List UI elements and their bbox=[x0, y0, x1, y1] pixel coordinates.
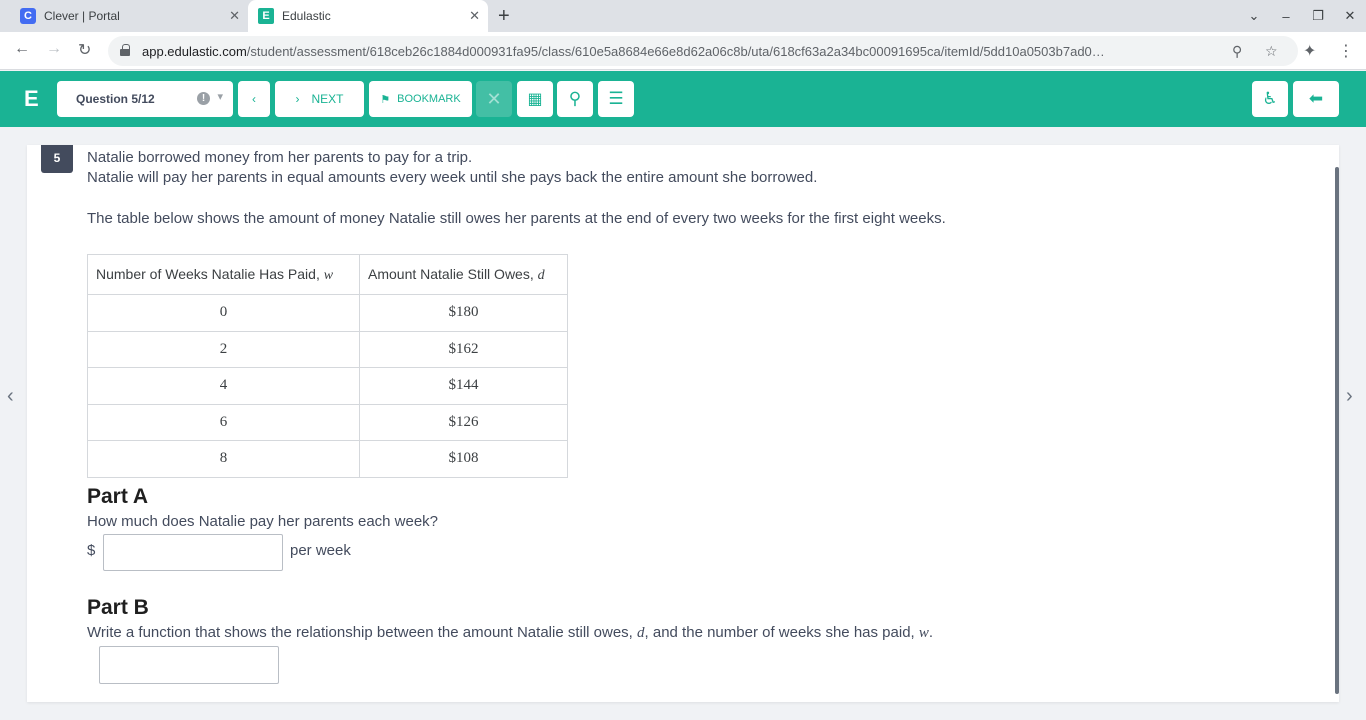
menu-icon[interactable]: ⋮ bbox=[1338, 41, 1354, 61]
cell-weeks: 6 bbox=[87, 403, 360, 441]
exit-arrow-icon: ⬅ bbox=[1308, 89, 1324, 108]
column-header-weeks: Number of Weeks Natalie Has Paid, w bbox=[87, 254, 360, 295]
calculator-icon: ▦ bbox=[527, 91, 543, 108]
minimize-icon[interactable]: – bbox=[1270, 9, 1302, 24]
cell-weeks: 8 bbox=[87, 440, 360, 478]
close-tab-icon[interactable]: ✕ bbox=[229, 8, 240, 24]
browser-tabstrip: C Clever | Portal ✕ E Edulastic ✕ + ⌄ – … bbox=[0, 0, 1366, 32]
question-card: 5 Natalie borrowed money from her parent… bbox=[27, 145, 1339, 702]
function-answer-input[interactable] bbox=[99, 646, 279, 684]
edulastic-logo: E bbox=[24, 86, 39, 111]
next-button[interactable]: › NEXT bbox=[275, 81, 364, 117]
dollar-prefix: $ bbox=[87, 542, 96, 559]
browser-toolbar: ← → ↻ app.edulastic.com/student/assessme… bbox=[0, 32, 1366, 70]
star-icon[interactable]: ☆ bbox=[1265, 43, 1278, 60]
part-b-prompt: Write a function that shows the relation… bbox=[87, 624, 934, 641]
magnifier-icon: ⚲ bbox=[568, 89, 582, 108]
question-select[interactable]: Question 5/12 ! ▾ bbox=[57, 81, 233, 117]
calculator-button[interactable]: ▦ bbox=[517, 81, 553, 117]
next-question-arrow-icon[interactable]: › bbox=[1346, 385, 1353, 408]
part-a-heading: Part A bbox=[87, 485, 149, 508]
browser-tab-clever[interactable]: C Clever | Portal ✕ bbox=[8, 0, 248, 32]
app-header: E Question 5/12 ! ▾ ‹ › NEXT ⚑ BOOKMARK … bbox=[0, 71, 1366, 127]
scrollbar[interactable] bbox=[1335, 167, 1339, 694]
table-row: 2 $162 bbox=[87, 330, 568, 368]
prev-question-arrow-icon[interactable]: ‹ bbox=[7, 385, 14, 408]
close-window-icon[interactable]: ✕ bbox=[1334, 8, 1366, 24]
back-arrow-icon[interactable]: ← bbox=[14, 40, 30, 58]
part-b-heading: Part B bbox=[87, 596, 149, 619]
previous-button[interactable]: ‹ bbox=[238, 81, 270, 117]
cell-owes: $162 bbox=[359, 330, 568, 368]
cell-owes: $144 bbox=[359, 367, 568, 405]
close-tab-icon[interactable]: ✕ bbox=[469, 8, 480, 24]
chevron-down-icon: ▾ bbox=[217, 91, 223, 103]
zoom-icon[interactable]: ⚲ bbox=[1232, 43, 1242, 60]
accessibility-button[interactable]: ♿ bbox=[1252, 81, 1288, 117]
table-header-row: Number of Weeks Natalie Has Paid, w Amou… bbox=[87, 254, 568, 295]
exit-button[interactable]: ⬅ bbox=[1293, 81, 1339, 117]
per-week-suffix: per week bbox=[290, 542, 351, 559]
lock-icon bbox=[120, 44, 130, 56]
question-number-badge: 5 bbox=[41, 145, 73, 173]
browser-tab-edulastic[interactable]: E Edulastic ✕ bbox=[248, 0, 488, 32]
tab-search-icon[interactable]: ⌄ bbox=[1238, 8, 1270, 24]
table-row: 6 $126 bbox=[87, 403, 568, 441]
table-row: 4 $144 bbox=[87, 367, 568, 405]
part-a-prompt: How much does Natalie pay her parents ea… bbox=[87, 513, 439, 530]
extensions-icon[interactable]: ✦ bbox=[1303, 41, 1316, 61]
accessibility-icon: ♿ bbox=[1262, 89, 1278, 108]
data-table: Number of Weeks Natalie Has Paid, w Amou… bbox=[87, 254, 568, 478]
stem-line: The table below shows the amount of mone… bbox=[87, 210, 946, 227]
tab-title: Clever | Portal bbox=[44, 9, 120, 23]
column-header-owes: Amount Natalie Still Owes, d bbox=[359, 254, 568, 295]
table-row: 0 $180 bbox=[87, 294, 568, 332]
question-stem: Natalie borrowed money from her parents … bbox=[87, 148, 946, 229]
warning-icon: ! bbox=[197, 92, 210, 105]
zoom-button[interactable]: ⚲ bbox=[557, 81, 593, 117]
forward-arrow-icon[interactable]: → bbox=[46, 40, 62, 58]
bookmark-icon: ⚑ bbox=[380, 93, 391, 106]
edulastic-favicon-icon: E bbox=[258, 8, 274, 24]
cell-weeks: 4 bbox=[87, 367, 360, 405]
chevron-right-icon: › bbox=[295, 92, 300, 106]
menu-lines-icon: ☰ bbox=[608, 89, 624, 108]
close-icon: ✕ bbox=[486, 88, 502, 109]
cell-owes: $108 bbox=[359, 440, 568, 478]
table-row: 8 $108 bbox=[87, 440, 568, 478]
tools-button[interactable]: ☰ bbox=[598, 81, 634, 117]
new-tab-icon[interactable]: + bbox=[498, 5, 510, 28]
cell-owes: $126 bbox=[359, 403, 568, 441]
clever-favicon-icon: C bbox=[20, 8, 36, 24]
clear-button[interactable]: ✕ bbox=[476, 81, 512, 117]
cell-weeks: 0 bbox=[87, 294, 360, 332]
window-controls: ⌄ – ❐ ✕ bbox=[1238, 0, 1366, 32]
cell-weeks: 2 bbox=[87, 330, 360, 368]
stem-line: Natalie will pay her parents in equal am… bbox=[87, 169, 818, 186]
url-text: app.edulastic.com/student/assessment/618… bbox=[142, 44, 1105, 59]
cell-owes: $180 bbox=[359, 294, 568, 332]
reload-icon[interactable]: ↻ bbox=[78, 40, 91, 60]
chevron-left-icon: ‹ bbox=[252, 92, 256, 106]
weekly-payment-input[interactable] bbox=[103, 534, 283, 571]
address-bar[interactable]: app.edulastic.com/student/assessment/618… bbox=[108, 36, 1298, 66]
bookmark-button[interactable]: ⚑ BOOKMARK bbox=[369, 81, 472, 117]
stem-line: Natalie borrowed money from her parents … bbox=[87, 149, 473, 166]
tab-title: Edulastic bbox=[282, 9, 331, 23]
restore-icon[interactable]: ❐ bbox=[1302, 8, 1334, 24]
